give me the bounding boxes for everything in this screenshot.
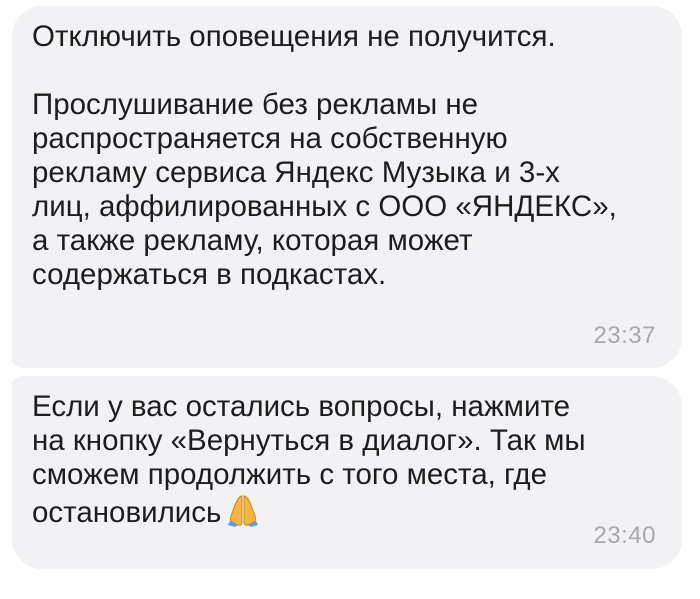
message-text: Если у вас остались вопросы, нажмите на … [32,390,656,530]
folded-hands-icon [228,495,259,527]
message-timestamp: 23:40 [593,522,656,549]
message-timestamp: 23:37 [593,322,656,349]
message-text: Отключить оповещения не получится. [32,20,556,53]
message-bubble[interactable]: Если у вас остались вопросы, нажмите на … [12,376,682,569]
chat-message-list: Отключить оповещения не получится. Просл… [0,0,700,599]
message-text: Прослушивание без рекламы не распростран… [32,88,617,291]
message-text-body: Если у вас остались вопросы, нажмите на … [32,390,586,529]
message-bubble[interactable]: Отключить оповещения не получится. Просл… [12,6,682,368]
